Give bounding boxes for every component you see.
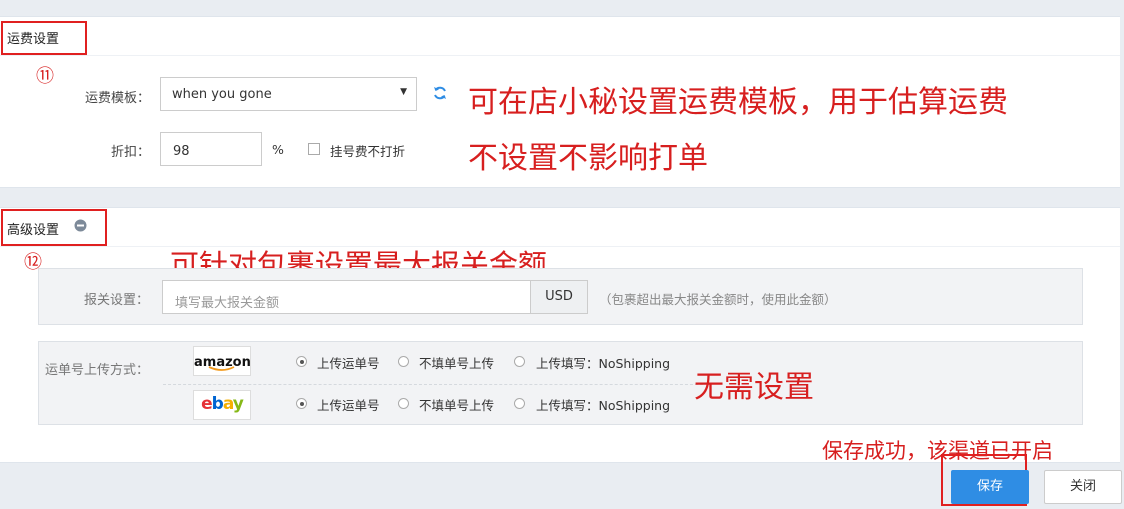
template-label: 运费模板：	[84, 91, 150, 106]
freight-settings-panel: 运费设置 ⑪ 运费模板： when you gone ▼ 折扣： 98 % 挂号…	[0, 16, 1120, 188]
amazon-option-upload-label: 上传运单号	[317, 356, 380, 371]
customs-placeholder: 填写最大报关金额	[175, 296, 280, 311]
ebay-option-nonumber-radio[interactable]	[398, 398, 409, 409]
ebay-logo-text: ebay	[201, 394, 244, 414]
discount-label: 折扣：	[110, 145, 150, 160]
no-discount-label: 挂号费不打折	[330, 144, 406, 159]
close-button[interactable]: 关闭	[1044, 470, 1122, 504]
ebay-option-noshipping-label: 上传填写：NoShipping	[536, 398, 671, 413]
step-mark-11: ⑪	[36, 66, 54, 87]
advanced-settings-header: 高级设置	[0, 208, 1120, 247]
freight-settings-header: 运费设置	[0, 17, 1120, 56]
customs-section: 报关设置： 填写最大报关金额 USD （包裹超出最大报关金额时，使用此金额）	[38, 268, 1083, 325]
customs-amount-input[interactable]: 填写最大报关金额	[162, 280, 532, 314]
freight-title-highlight	[1, 21, 87, 55]
tracking-upload-section: 运单号上传方式： amazon 上传运单号 不填单号上传 上传填写：NoShip…	[38, 341, 1083, 425]
amazon-logo: amazon	[193, 346, 251, 376]
amazon-smile-icon	[208, 366, 235, 371]
amazon-option-nonumber-label: 不填单号上传	[419, 356, 495, 371]
ebay-option-noshipping-radio[interactable]	[514, 398, 525, 409]
amazon-option-upload-radio[interactable]	[296, 356, 307, 367]
tracking-label: 运单号上传方式：	[45, 363, 150, 378]
advanced-title-highlight	[1, 209, 107, 246]
annotation-template-hint: 可在店小秘设置运费模板，用于估算运费	[468, 85, 1008, 120]
customs-hint: （包裹超出最大报关金额时，使用此金额）	[599, 292, 837, 307]
amazon-option-nonumber-radio[interactable]	[398, 356, 409, 367]
amazon-option-noshipping-radio[interactable]	[514, 356, 525, 367]
annotation-no-effect: 不设置不影响打单	[468, 141, 708, 176]
save-button[interactable]: 保存	[951, 470, 1029, 504]
chevron-down-icon: ▼	[400, 87, 407, 97]
template-select[interactable]: when you gone ▼	[160, 77, 417, 111]
percent-sign: %	[272, 142, 284, 157]
currency-addon: USD	[530, 280, 588, 314]
customs-label: 报关设置：	[83, 293, 149, 308]
discount-value: 98	[173, 144, 190, 159]
template-select-value: when you gone	[172, 87, 272, 102]
amazon-option-noshipping-label: 上传填写：NoShipping	[536, 356, 671, 371]
ebay-logo: ebay	[193, 390, 251, 420]
discount-input[interactable]: 98	[160, 132, 262, 166]
ebay-option-nonumber-label: 不填单号上传	[419, 398, 495, 413]
no-discount-checkbox[interactable]	[308, 143, 320, 155]
row-divider	[163, 384, 703, 385]
ebay-option-upload-radio[interactable]	[296, 398, 307, 409]
advanced-settings-panel: 高级设置 ⑫ 可针对包裹设置最大报关金额 报关设置： 填写最大报关金额 USD …	[0, 207, 1120, 463]
refresh-icon[interactable]	[432, 85, 448, 101]
annotation-no-need: 无需设置	[694, 370, 814, 405]
ebay-option-upload-label: 上传运单号	[317, 398, 380, 413]
